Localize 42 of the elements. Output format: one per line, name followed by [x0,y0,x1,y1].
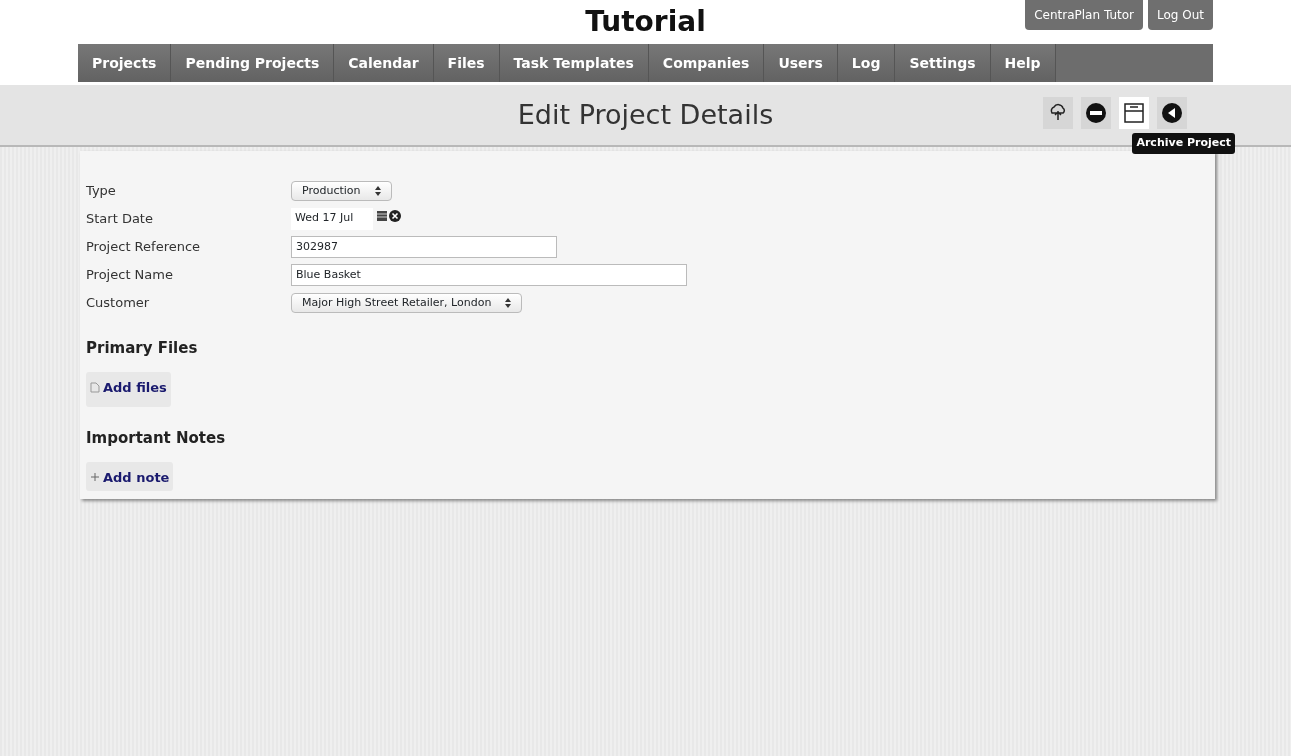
archive-icon [1123,102,1145,124]
section-heading: Primary Files [86,338,199,359]
file-icon [90,381,100,393]
field-label: Project Reference [86,238,202,257]
field-label: Start Date [86,210,154,229]
text-field[interactable]: 302987 [291,236,557,258]
nav-tab[interactable]: Help [990,44,1056,82]
nav-tab[interactable]: Projects [78,44,172,82]
nav-tab[interactable]: Task Templates [499,44,649,82]
back-circle-icon [1161,102,1183,124]
logout-button[interactable]: Log Out [1148,0,1213,30]
tooltip: Archive Project [1132,133,1235,154]
back-circle-button[interactable] [1157,97,1187,129]
plus-icon [90,472,100,483]
page-title: Edit Project Details [517,97,774,132]
nav-tab[interactable]: Settings [895,44,991,82]
text-field[interactable]: Blue Basket [291,264,687,286]
archive-button[interactable] [1119,97,1149,129]
section-heading: Important Notes [86,428,227,449]
field-label: Project Name [86,266,174,285]
field-label: Type [86,182,117,201]
site-title: Tutorial [585,4,706,40]
date-field[interactable]: Wed 17 Jul [291,208,373,230]
upload-button[interactable] [1043,97,1073,129]
nav-tab[interactable]: Companies [648,44,765,82]
nav-tab[interactable]: Pending Projects [171,44,335,82]
stepper-arrows-icon [374,186,381,196]
select-field[interactable]: Major High Street Retailer, London [291,292,523,314]
add-files-button[interactable]: Add files [86,371,171,407]
select-field[interactable]: Production [291,180,392,202]
nav-tab[interactable]: Users [764,44,838,82]
clear-icon[interactable] [389,210,401,222]
add-note-button[interactable]: Add note [86,461,174,491]
user-button[interactable]: CentraPlan Tutor [1025,0,1143,30]
calendar-icon[interactable] [377,211,387,221]
nav-tab[interactable]: Calendar [334,44,434,82]
minus-circle-icon [1085,102,1107,124]
stepper-arrows-icon [505,298,512,308]
field-label: Customer [86,294,151,313]
nav-tab[interactable]: Files [433,44,500,82]
nav-tab[interactable]: Log [837,44,896,82]
minus-circle-button[interactable] [1081,97,1111,129]
